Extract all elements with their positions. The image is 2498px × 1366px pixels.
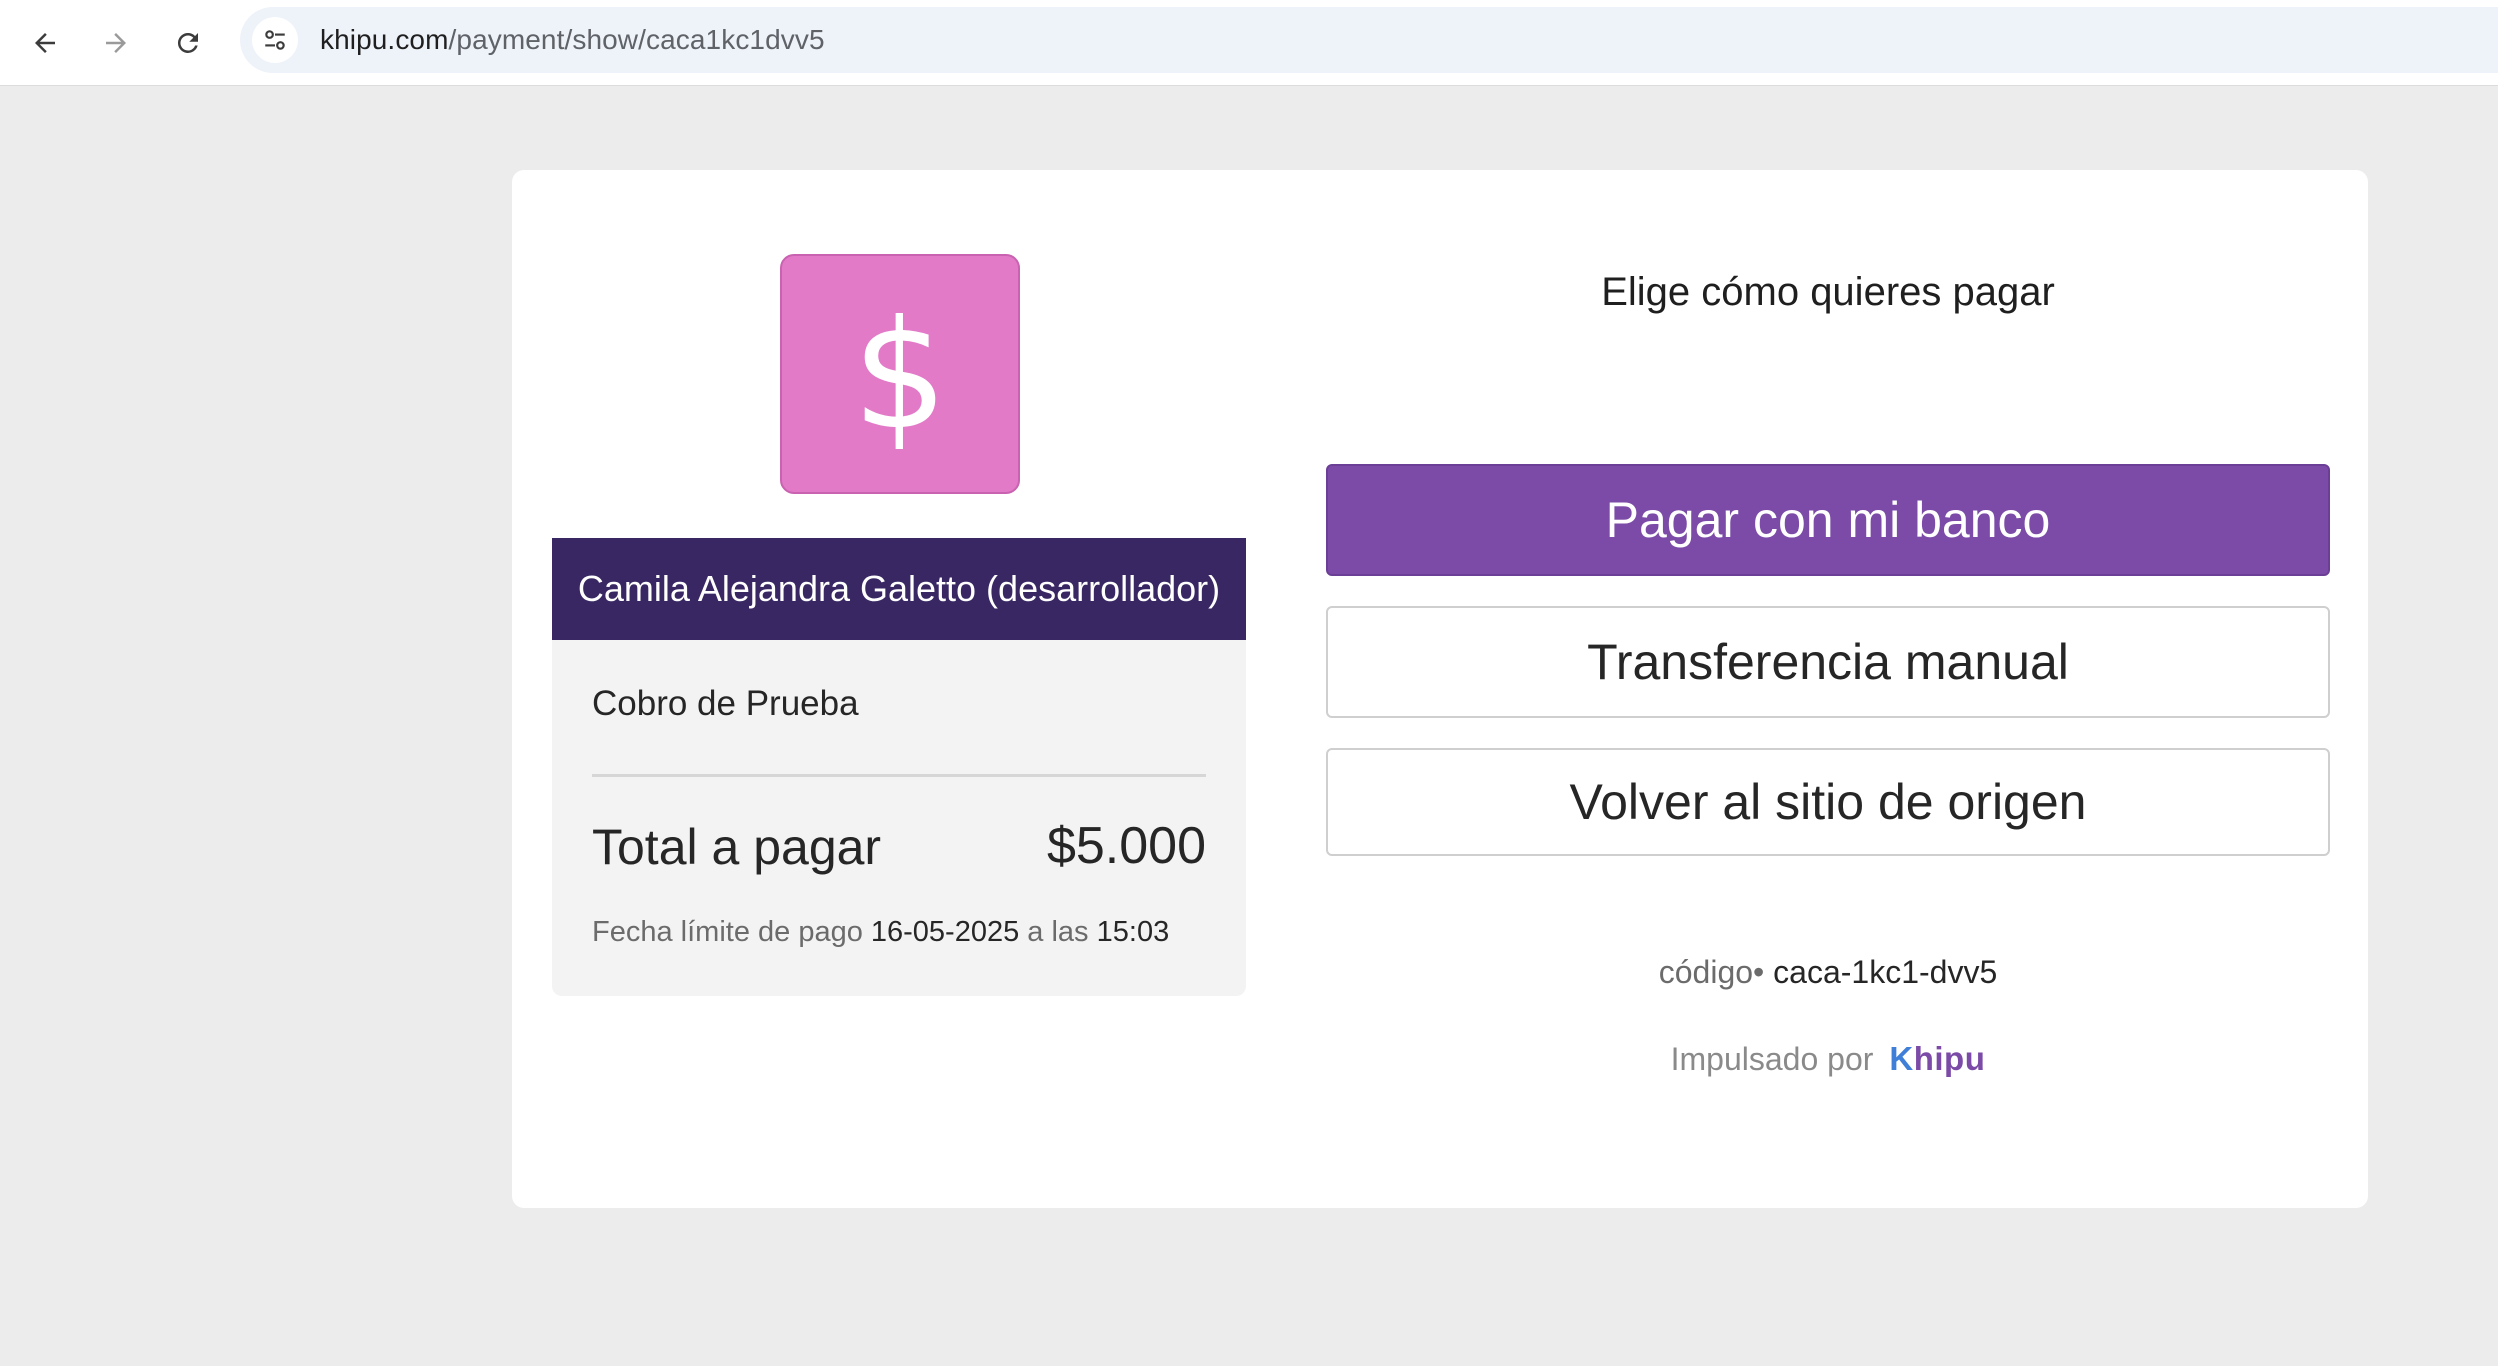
payment-summary: Cobro de Prueba Total a pagar $5.000 Fec…	[552, 640, 1246, 996]
site-info-button[interactable]	[252, 17, 298, 63]
brand-first-letter: K	[1889, 1040, 1914, 1077]
code-value: caca-1kc1-dvv5	[1773, 954, 1998, 990]
address-bar[interactable]: khipu.com/payment/show/caca1kc1dvv5	[240, 7, 2498, 73]
reload-icon	[177, 32, 198, 53]
manual-transfer-button[interactable]: Transferencia manual	[1326, 606, 2330, 718]
url-text[interactable]: khipu.com/payment/show/caca1kc1dvv5	[320, 24, 825, 56]
total-label: Total a pagar	[592, 819, 882, 875]
summary-divider	[592, 774, 1206, 777]
pay-with-bank-button[interactable]: Pagar con mi banco	[1326, 464, 2330, 576]
back-button[interactable]	[19, 17, 71, 69]
khipu-logo[interactable]: Khipu	[1889, 1040, 1985, 1078]
payment-card: $ Camila Alejandra Galetto (desarrollado…	[512, 170, 2368, 1208]
url-host: khipu.com	[320, 24, 449, 55]
merchant-logo: $	[780, 254, 1020, 494]
forward-button[interactable]	[90, 17, 142, 69]
deadline-time: 15:03	[1096, 916, 1170, 948]
deadline-date: 16-05-2025	[870, 916, 1020, 948]
tune-icon	[265, 30, 285, 50]
deadline-connector: a las	[1027, 916, 1089, 948]
code-separator: •	[1753, 954, 1765, 990]
total-amount: $5.000	[1046, 817, 1206, 875]
payment-method-title: Elige cómo quieres pagar	[1601, 270, 2055, 314]
url-path: /payment/show/caca1kc1dvv5	[448, 24, 825, 55]
powered-by-label: Impulsado por	[1670, 1040, 1874, 1077]
return-to-origin-button[interactable]: Volver al sitio de origen	[1326, 748, 2330, 856]
payment-code: código• caca-1kc1-dvv5	[1326, 954, 2330, 991]
powered-by: Impulsado por Khipu	[1326, 1040, 2330, 1078]
dollar-icon: $	[852, 299, 947, 449]
merchant-name: Camila Alejandra Galetto (desarrollador)	[552, 538, 1246, 640]
logo-symbol: $	[852, 299, 947, 449]
browser-toolbar: khipu.com/payment/show/caca1kc1dvv5	[0, 0, 2498, 86]
deadline-label: Fecha límite de pago	[592, 916, 863, 948]
payment-deadline: Fecha límite de pago 16-05-2025 a las 15…	[592, 916, 1169, 949]
reload-button[interactable]	[162, 17, 214, 69]
arrow-left-icon	[35, 33, 55, 53]
code-label: código	[1658, 954, 1754, 990]
payment-subject: Cobro de Prueba	[592, 684, 859, 723]
brand-rest: hipu	[1913, 1040, 1986, 1077]
arrow-right-icon	[106, 33, 126, 53]
